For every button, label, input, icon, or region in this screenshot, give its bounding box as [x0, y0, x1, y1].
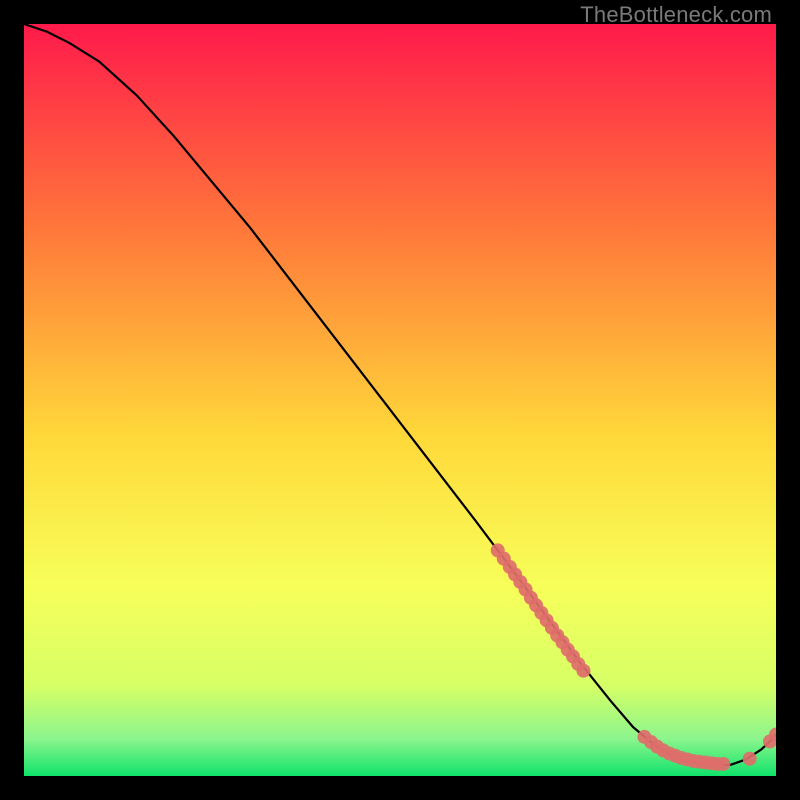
- data-point: [743, 752, 757, 766]
- chart-frame: [24, 24, 776, 776]
- data-point: [716, 757, 730, 771]
- gradient-bg: [24, 24, 776, 776]
- bottleneck-chart: [24, 24, 776, 776]
- watermark-text: TheBottleneck.com: [580, 2, 772, 28]
- data-point: [576, 664, 590, 678]
